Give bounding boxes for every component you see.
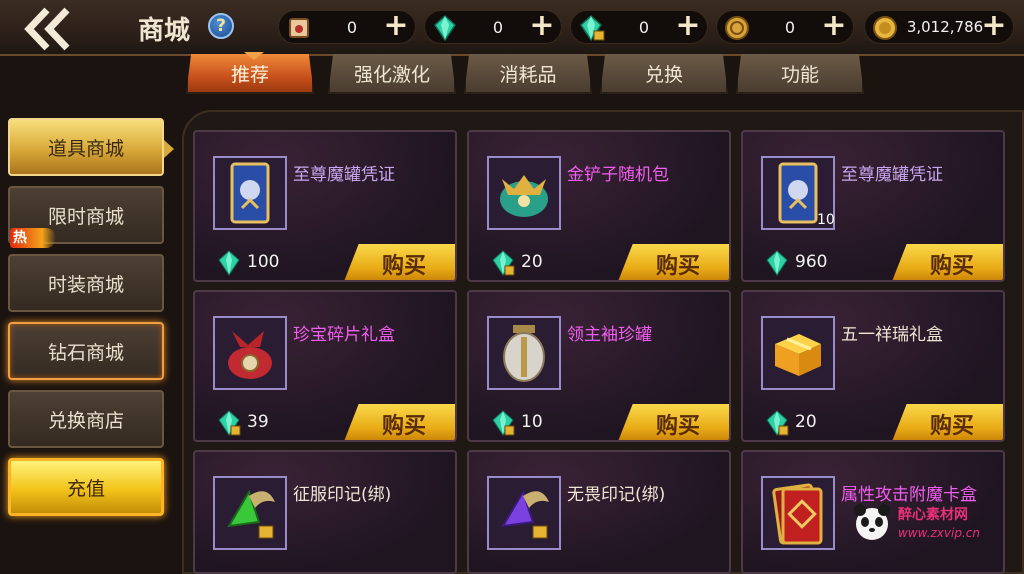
resource-value: 0 (492, 18, 504, 37)
double-chevron-left-icon (24, 7, 70, 51)
top-bar: 商城 ? 0 + 0 + 0 + 0 + 3,012,786 + (0, 0, 1024, 56)
sidebar-item-label: 道具商城 (47, 137, 124, 160)
page-title: 商城 (138, 16, 191, 46)
sidebar-item-label: 钻石商城 (47, 341, 124, 364)
shop-item-card[interactable]: 珍宝碎片礼盒 39 购买 (193, 290, 457, 442)
help-button[interactable]: ? (208, 13, 234, 39)
sidebar-item-exchange-store[interactable]: 兑换商店 (8, 390, 164, 448)
tab-label: 消耗品 (499, 63, 557, 86)
purple-gem-winged-icon (487, 476, 561, 550)
hot-badge: 热 (10, 228, 56, 248)
buy-button[interactable]: 购买 (343, 404, 455, 440)
add-locked-diamond-button[interactable]: + (675, 11, 701, 41)
locked-diamond-icon (491, 250, 515, 276)
sidebar-item-diamond-shop[interactable]: 钻石商城 (8, 322, 164, 380)
treasure-bag-icon (487, 156, 561, 230)
buy-button[interactable]: 购买 (891, 244, 1003, 280)
item-name: 领主袖珍罐 (567, 325, 652, 345)
tab-label: 功能 (780, 63, 819, 86)
add-token-button[interactable]: + (821, 11, 847, 41)
scroll-icon (283, 12, 315, 44)
diamond-icon (217, 250, 241, 276)
resource-locked-diamond: 0 + (570, 10, 708, 44)
tab-pointer-icon (244, 52, 264, 60)
buy-button[interactable]: 购买 (343, 244, 455, 280)
locked-diamond-icon (575, 12, 607, 44)
sidebar-item-fashion-shop[interactable]: 时装商城 (8, 254, 164, 312)
shop-item-card[interactable]: 金铲子随机包 20 购买 (467, 130, 731, 282)
gold-giftbox-icon (761, 316, 835, 390)
green-gem-winged-icon (213, 476, 287, 550)
item-name: 至尊魔罐凭证 (841, 165, 943, 185)
item-name: 五一祥瑞礼盒 (841, 325, 943, 345)
card-box-icon (761, 476, 835, 550)
shop-item-card[interactable]: 10 至尊魔罐凭证 960 购买 (741, 130, 1005, 282)
tab-recommend[interactable]: 推荐 (186, 54, 314, 94)
sidebar-item-label: 时装商城 (47, 273, 124, 296)
add-diamond-button[interactable]: + (529, 11, 555, 41)
ticket-card-icon (213, 156, 287, 230)
locked-diamond-icon (765, 410, 789, 436)
item-price: 10 (521, 412, 543, 432)
add-gold-button[interactable]: + (981, 11, 1007, 41)
resource-scroll: 0 + (278, 10, 416, 44)
locked-diamond-icon (491, 410, 515, 436)
jar-icon (487, 316, 561, 390)
shop-item-card[interactable]: 属性攻击附魔卡盒 (741, 450, 1005, 574)
resource-value: 0 (346, 18, 358, 37)
shop-item-card[interactable]: 无畏印记(绑) (467, 450, 731, 574)
resource-token: 0 + (716, 10, 854, 44)
item-price: 20 (521, 252, 543, 272)
locked-diamond-icon (217, 410, 241, 436)
item-name: 至尊魔罐凭证 (293, 165, 395, 185)
token-icon (721, 12, 753, 44)
buy-button[interactable]: 购买 (617, 244, 729, 280)
shop-item-card[interactable]: 五一祥瑞礼盒 20 购买 (741, 290, 1005, 442)
back-button[interactable] (14, 6, 84, 52)
item-name: 珍宝碎片礼盒 (293, 325, 395, 345)
item-price: 39 (247, 412, 269, 432)
add-scroll-button[interactable]: + (383, 11, 409, 41)
item-price: 20 (795, 412, 817, 432)
shop-item-card[interactable]: 至尊魔罐凭证 100 购买 (193, 130, 457, 282)
item-price: 960 (795, 252, 828, 272)
item-name: 无畏印记(绑) (567, 485, 666, 505)
item-name: 金铲子随机包 (567, 165, 669, 185)
red-gift-bag-icon (213, 316, 287, 390)
tab-function[interactable]: 功能 (736, 54, 864, 94)
resource-diamond: 0 + (424, 10, 562, 44)
sidebar-item-label: 限时商城 (47, 205, 124, 228)
active-arrow-icon (164, 140, 174, 158)
diamond-icon (765, 250, 789, 276)
item-name: 征服印记(绑) (293, 485, 392, 505)
buy-button[interactable]: 购买 (617, 404, 729, 440)
sidebar-item-recharge[interactable]: 充值 (8, 458, 164, 516)
tab-label: 强化激化 (353, 63, 430, 86)
resource-value: 0 (784, 18, 796, 37)
tab-exchange[interactable]: 兑换 (600, 54, 728, 94)
tab-enhance[interactable]: 强化激化 (328, 54, 456, 94)
resource-value: 0 (638, 18, 650, 37)
category-tabs: 推荐 强化激化 消耗品 兑换 功能 (186, 54, 1006, 96)
sidebar-item-label: 兑换商店 (47, 409, 124, 432)
item-price: 100 (247, 252, 280, 272)
diamond-icon (429, 12, 461, 44)
sidebar-item-props-shop[interactable]: 道具商城 (8, 118, 174, 176)
tab-label: 兑换 (644, 63, 683, 86)
item-quantity: 10 (817, 212, 835, 228)
sidebar: 道具商城 限时商城 时装商城 钻石商城 兑换商店 充值 (0, 96, 180, 574)
sidebar-item-label: 充值 (66, 477, 105, 500)
tab-consumables[interactable]: 消耗品 (464, 54, 592, 94)
resource-gold: 3,012,786 + (864, 10, 1014, 44)
tab-label: 推荐 (230, 63, 269, 86)
shop-item-card[interactable]: 征服印记(绑) (193, 450, 457, 574)
buy-button[interactable]: 购买 (891, 404, 1003, 440)
gold-coin-icon (869, 12, 901, 44)
shop-item-card[interactable]: 领主袖珍罐 10 购买 (467, 290, 731, 442)
resource-value: 3,012,786 (906, 18, 984, 36)
item-name: 属性攻击附魔卡盒 (841, 485, 977, 505)
